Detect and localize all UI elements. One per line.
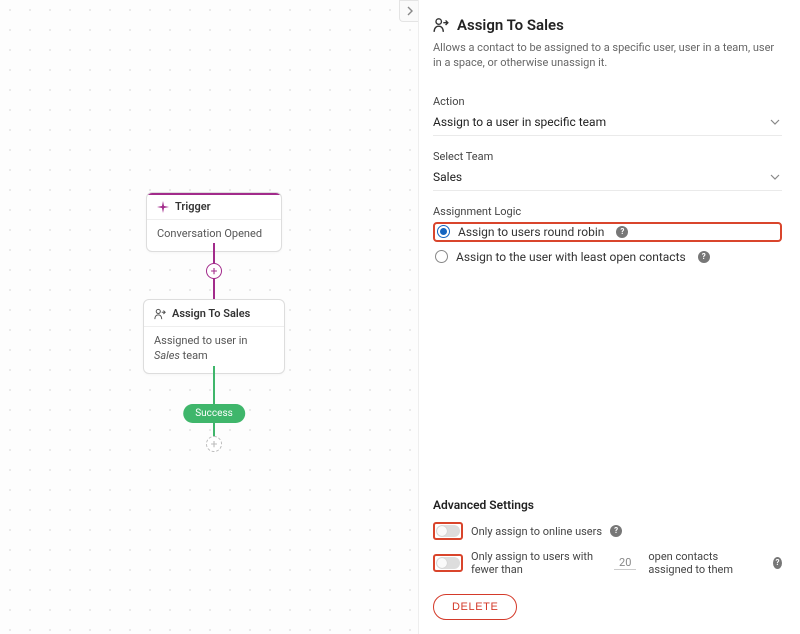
delete-button[interactable]: DELETE [433,594,517,620]
panel-description: Allows a contact to be assigned to a spe… [433,40,782,71]
toggle-fewer-contacts-row: Only assign to users with fewer than 20 … [433,550,782,576]
help-icon[interactable]: ? [610,525,622,537]
highlight-box [433,522,463,540]
toggle-fewer-contacts[interactable] [436,557,460,569]
chevron-down-icon [770,119,780,125]
team-label: Select Team [433,150,782,163]
fewer-than-input[interactable]: 20 [614,556,636,570]
radio-round-robin-label: Assign to users round robin [458,225,604,239]
user-assign-icon [433,17,449,33]
action-select[interactable]: Assign to a user in specific team [433,112,782,136]
action-label: Action [433,95,782,108]
add-step-end-button[interactable]: + [206,436,222,452]
properties-panel: Assign To Sales Allows a contact to be a… [418,0,800,634]
success-badge: Success [183,404,245,423]
help-icon[interactable]: ? [616,226,628,238]
workflow-canvas[interactable]: Trigger Conversation Opened + Assign To … [0,0,418,634]
toggle-online-users[interactable] [436,525,460,537]
sparkle-icon [157,201,169,213]
radio-icon [437,225,450,238]
trigger-node-title: Trigger [175,200,211,213]
panel-collapse-tab[interactable] [399,0,419,22]
assign-node[interactable]: Assign To Sales Assigned to user in Sale… [143,299,285,374]
connector-line-success [213,366,215,436]
toggle-online-users-label: Only assign to online users [471,525,602,538]
team-select-value: Sales [433,170,462,184]
radio-least-open[interactable]: Assign to the user with least open conta… [433,246,782,268]
chevron-right-icon [406,6,414,16]
advanced-settings-title: Advanced Settings [433,498,782,512]
radio-least-open-label: Assign to the user with least open conta… [456,250,686,264]
logic-label: Assignment Logic [433,205,782,218]
help-icon[interactable]: ? [773,557,782,569]
assign-node-title: Assign To Sales [172,307,250,320]
panel-title: Assign To Sales [433,16,782,34]
toggle-fewer-label-prefix: Only assign to users with fewer than [471,550,602,576]
radio-round-robin[interactable]: Assign to users round robin ? [433,222,782,242]
chevron-down-icon [770,174,780,180]
radio-icon [435,250,448,263]
toggle-online-users-row: Only assign to online users ? [433,522,782,540]
team-select[interactable]: Sales [433,167,782,191]
action-select-value: Assign to a user in specific team [433,115,606,129]
toggle-fewer-label-suffix: open contacts assigned to them [648,550,765,576]
add-step-button[interactable]: + [206,263,222,279]
help-icon[interactable]: ? [698,251,710,263]
user-assign-icon [154,308,166,320]
highlight-box [433,554,463,572]
